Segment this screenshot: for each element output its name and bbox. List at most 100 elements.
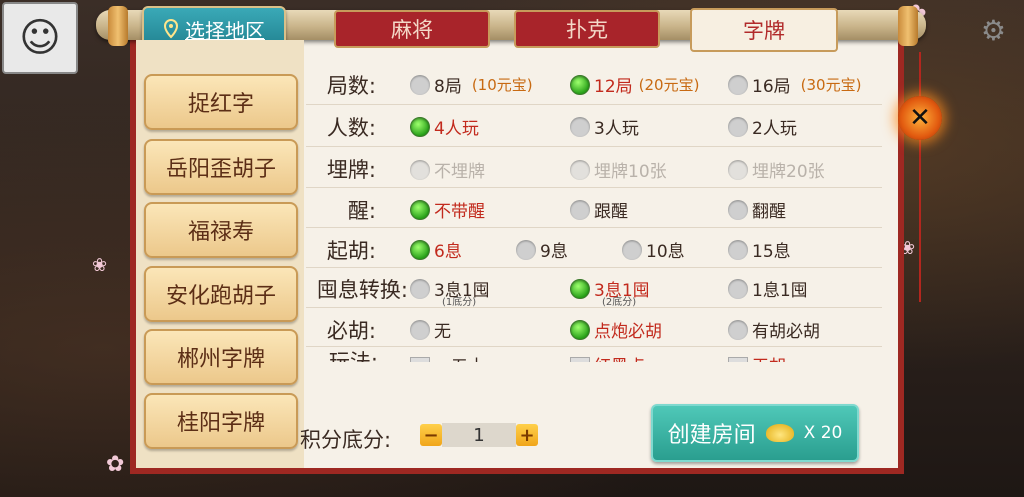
option-text: 点炮必胡 xyxy=(594,322,662,342)
convert-option-3[interactable]: 1息1囤 xyxy=(728,276,808,301)
game-label: 岳阳歪胡子 xyxy=(165,157,276,182)
location-pin-icon xyxy=(163,19,179,39)
players-option-2[interactable]: 2人玩 xyxy=(728,114,797,139)
cost-label: X 20 xyxy=(803,423,843,443)
xing-option-flip[interactable]: 翻醒 xyxy=(728,197,786,222)
tab-zipai[interactable]: 字牌 xyxy=(690,8,838,52)
tab-mahjong[interactable]: 麻将 xyxy=(334,10,490,48)
option-price: (20元宝) xyxy=(638,76,700,94)
plus-button[interactable]: + xyxy=(516,424,538,446)
radio-icon xyxy=(728,239,748,260)
radio-icon xyxy=(728,74,748,95)
option-text: 天胡 xyxy=(752,352,786,362)
option-price: (10元宝) xyxy=(471,76,533,94)
game-item[interactable]: 安化跑胡子 xyxy=(144,266,298,322)
xing-option-follow[interactable]: 跟醒 xyxy=(570,197,628,222)
game-item[interactable]: 捉红字 xyxy=(144,74,298,130)
radio-icon-selected xyxy=(570,278,590,299)
radio-icon-selected xyxy=(570,74,590,95)
bury-option-10[interactable]: 埋牌10张 xyxy=(570,157,667,182)
option-text: 9息 xyxy=(540,242,568,262)
radio-icon xyxy=(410,159,430,180)
radio-icon xyxy=(728,319,748,340)
radio-icon-selected xyxy=(570,319,590,340)
tab-label: 麻将 xyxy=(391,18,433,42)
radio-icon xyxy=(570,159,590,180)
scroll-cap-left xyxy=(108,6,128,46)
minus-button[interactable]: − xyxy=(420,424,442,446)
play-option-2[interactable]: 红黑点 xyxy=(570,352,645,362)
option-text: 3人玩 xyxy=(594,119,639,139)
option-text: 不带醒 xyxy=(434,202,485,222)
hu-option-15[interactable]: 15息 xyxy=(728,237,791,262)
decorative-cord xyxy=(919,52,921,302)
game-label: 福禄寿 xyxy=(187,220,254,245)
create-room-button[interactable]: 创建房间 X 20 xyxy=(651,404,859,462)
play-label: 玩法: xyxy=(328,350,378,362)
score-value: 1 xyxy=(442,423,516,447)
gear-icon[interactable]: ⚙ xyxy=(981,14,1006,47)
rounds-option-12[interactable]: 12局 (20元宝) xyxy=(570,72,699,97)
bury-option-20[interactable]: 埋牌20张 xyxy=(728,157,825,182)
radio-icon xyxy=(728,159,748,180)
petal-icon: ❀ xyxy=(92,255,108,276)
game-item[interactable]: 岳阳歪胡子 xyxy=(144,139,298,195)
bihu-option-youhu[interactable]: 有胡必胡 xyxy=(728,317,820,342)
game-item[interactable]: 桂阳字牌 xyxy=(144,393,298,449)
option-text: 6息 xyxy=(434,242,462,262)
players-option-3[interactable]: 3人玩 xyxy=(570,114,639,139)
radio-icon xyxy=(728,116,748,137)
play-option-3[interactable]: 天胡 xyxy=(728,352,786,362)
close-icon[interactable]: ✕ xyxy=(898,96,942,140)
option-text: 4人玩 xyxy=(434,119,479,139)
players-label: 人数: xyxy=(326,116,376,140)
radio-icon-selected xyxy=(410,116,430,137)
hu-option-9[interactable]: 9息 xyxy=(516,237,568,262)
hu-option-6[interactable]: 6息 xyxy=(410,237,462,262)
option-text: 12局 xyxy=(594,77,633,97)
option-text: 埋牌10张 xyxy=(594,162,667,182)
option-text: 不埋牌 xyxy=(434,162,485,182)
divider xyxy=(306,146,882,147)
rounds-option-16[interactable]: 16局 (30元宝) xyxy=(728,72,861,97)
play-option-1[interactable]: 一五十 xyxy=(410,352,485,362)
rounds-label: 局数: xyxy=(326,74,376,98)
avatar[interactable]: ☺ xyxy=(2,2,78,74)
score-stepper: − 1 + xyxy=(420,423,538,447)
bihu-option-dianpao[interactable]: 点炮必胡 xyxy=(570,317,662,342)
checkbox-icon xyxy=(570,356,590,362)
play-row-clipped: 玩法: 一五十 红黑点 天胡 xyxy=(280,350,880,362)
radio-icon-selected xyxy=(410,239,430,260)
game-item[interactable]: 福禄寿 xyxy=(144,202,298,258)
option-text: 无 xyxy=(434,322,451,342)
radio-icon xyxy=(728,199,748,220)
bury-option-none[interactable]: 不埋牌 xyxy=(410,157,485,182)
checkbox-icon xyxy=(728,356,748,362)
score-label: 积分底分: xyxy=(300,428,392,452)
option-text: 有胡必胡 xyxy=(752,322,820,342)
convert-label: 囤息转换: xyxy=(316,278,408,302)
convert-sub-1: (1底分) xyxy=(442,297,477,308)
hu-option-10[interactable]: 10息 xyxy=(622,237,685,262)
option-text: 15息 xyxy=(752,242,791,262)
radio-icon xyxy=(622,239,642,260)
game-label: 捉红字 xyxy=(187,92,254,117)
rounds-option-8[interactable]: 8局 (10元宝) xyxy=(410,72,533,97)
option-text: 8局 xyxy=(434,77,462,97)
divider xyxy=(306,227,882,228)
radio-icon xyxy=(570,199,590,220)
checkbox-icon xyxy=(410,356,430,362)
divider xyxy=(306,346,882,347)
tab-poker[interactable]: 扑克 xyxy=(514,10,660,48)
divider xyxy=(306,187,882,188)
radio-icon xyxy=(570,116,590,137)
game-item[interactable]: 郴州字牌 xyxy=(144,329,298,385)
game-label: 桂阳字牌 xyxy=(176,411,265,436)
radio-icon xyxy=(410,74,430,95)
players-option-4[interactable]: 4人玩 xyxy=(410,114,479,139)
bihu-option-none[interactable]: 无 xyxy=(410,317,451,342)
xing-option-none[interactable]: 不带醒 xyxy=(410,197,485,222)
create-room-label: 创建房间 xyxy=(667,423,756,448)
option-text: 10息 xyxy=(646,242,685,262)
xing-label: 醒: xyxy=(347,199,376,223)
